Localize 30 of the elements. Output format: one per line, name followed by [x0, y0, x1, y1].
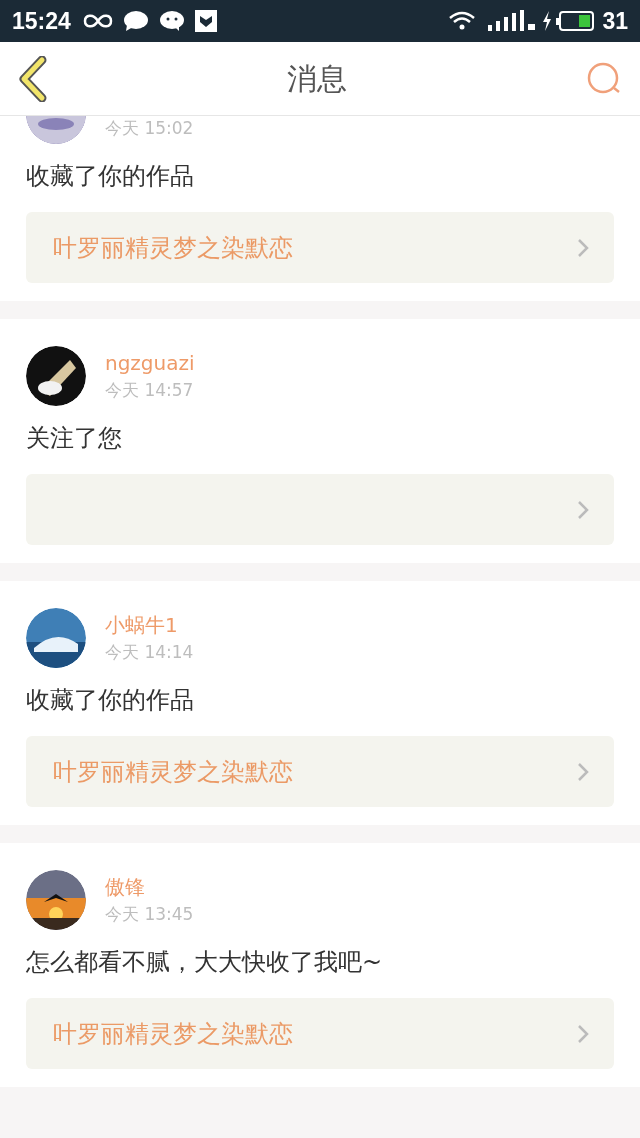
charging-icon — [542, 11, 553, 31]
timestamp: 今天 13:45 — [105, 903, 194, 925]
timestamp: 今天 14:14 — [105, 641, 194, 663]
timestamp: 今天 14:57 — [105, 379, 195, 401]
work-link[interactable]: 叶罗丽精灵梦之染默恋 — [26, 736, 614, 807]
battery-level: 31 — [602, 6, 628, 36]
chevron-right-icon — [576, 236, 590, 259]
back-button[interactable] — [18, 55, 48, 102]
message-text: 收藏了你的作品 — [25, 685, 195, 716]
timestamp: 今天 15:02 — [105, 117, 194, 139]
battery-icon — [556, 10, 595, 32]
page-title: 消息 — [287, 60, 347, 98]
chevron-right-icon — [576, 760, 590, 783]
user-name[interactable]: 小蜗牛1 — [105, 613, 178, 637]
infinity-icon — [82, 13, 113, 29]
clock: 15:24 — [12, 6, 71, 36]
signal-icon — [488, 10, 537, 32]
user-name[interactable]: 傲锋 — [105, 875, 145, 899]
user-name[interactable]: ngzguazi — [105, 351, 195, 375]
wifi-icon — [448, 10, 477, 32]
work-link[interactable]: 叶罗丽精灵梦之染默恋 — [26, 212, 614, 283]
shield-icon — [194, 10, 217, 32]
message-text: 关注了您 — [25, 423, 123, 454]
message-text: 收藏了你的作品 — [25, 161, 195, 192]
message-text: 怎么都看不腻，大大快收了我吧~ — [25, 947, 384, 978]
chat-bubble-icon — [122, 10, 149, 32]
chat-face-icon — [158, 10, 185, 32]
work-link[interactable]: 叶罗丽精灵梦之染默恋 — [26, 998, 614, 1069]
chevron-right-icon — [576, 498, 590, 521]
chevron-right-icon — [576, 1022, 590, 1045]
